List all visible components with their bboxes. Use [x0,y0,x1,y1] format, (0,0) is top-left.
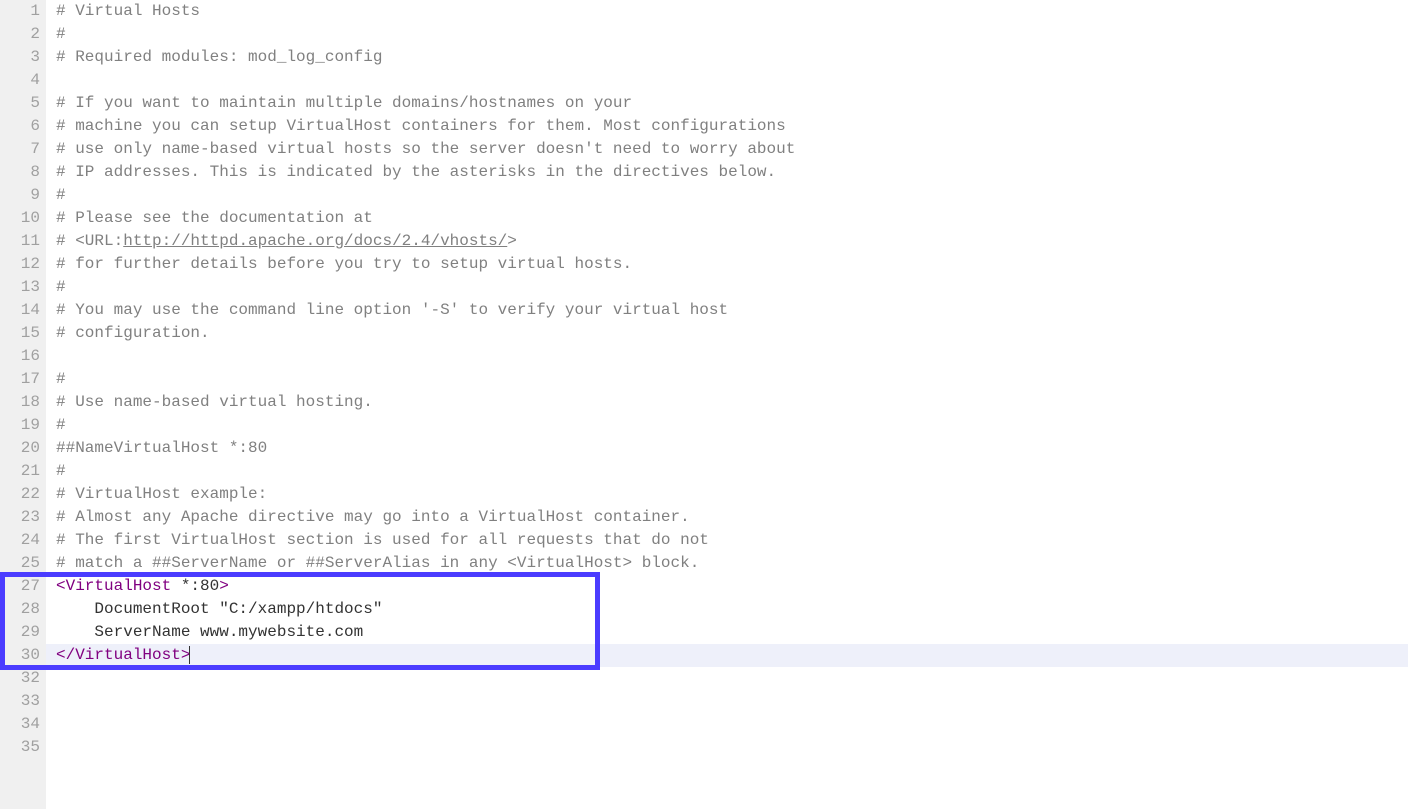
code-line[interactable]: DocumentRoot "C:/xampp/htdocs" [56,598,1408,621]
code-line[interactable]: # configuration. [56,322,1408,345]
line-number: 24 [8,529,40,552]
line-number: 6 [8,115,40,138]
line-number: 2 [8,23,40,46]
line-number: 23 [8,506,40,529]
code-area[interactable]: # Virtual Hosts## Required modules: mod_… [46,0,1408,809]
line-number: 8 [8,161,40,184]
line-number: 16 [8,345,40,368]
line-number: 10 [8,207,40,230]
code-line[interactable]: # match a ##ServerName or ##ServerAlias … [56,552,1408,575]
line-number: 7 [8,138,40,161]
line-number: 11 [8,230,40,253]
line-number: 27 [8,575,40,598]
line-number: 12 [8,253,40,276]
code-line[interactable] [56,713,1408,736]
code-line[interactable]: # [56,184,1408,207]
code-line[interactable]: # [56,23,1408,46]
code-line[interactable]: # Almost any Apache directive may go int… [56,506,1408,529]
line-number: 25 [8,552,40,575]
text-cursor [189,646,190,664]
code-line[interactable]: # [56,460,1408,483]
line-number: 22 [8,483,40,506]
code-line[interactable]: # VirtualHost example: [56,483,1408,506]
line-number: 1 [8,0,40,23]
line-number: 20 [8,437,40,460]
code-line[interactable]: # The first VirtualHost section is used … [56,529,1408,552]
code-line[interactable] [56,69,1408,92]
line-number: 17 [8,368,40,391]
code-line[interactable] [56,345,1408,368]
line-number: 21 [8,460,40,483]
line-number: 5 [8,92,40,115]
line-number: 30 [8,644,40,667]
line-number: 15 [8,322,40,345]
code-editor[interactable]: 1234567891011121314151617181920212223242… [0,0,1408,809]
doc-url[interactable]: http://httpd.apache.org/docs/2.4/vhosts/ [123,232,507,250]
line-number: 14 [8,299,40,322]
line-number: 33 [8,690,40,713]
code-line[interactable]: # [56,368,1408,391]
line-number: 28 [8,598,40,621]
code-line[interactable] [56,690,1408,713]
code-line[interactable]: # [56,276,1408,299]
code-line[interactable]: ##NameVirtualHost *:80 [56,437,1408,460]
code-line[interactable] [56,736,1408,759]
code-line[interactable]: # [56,414,1408,437]
code-line[interactable]: # IP addresses. This is indicated by the… [56,161,1408,184]
line-number: 9 [8,184,40,207]
code-line[interactable]: # Virtual Hosts [56,0,1408,23]
code-line[interactable]: # <URL:http://httpd.apache.org/docs/2.4/… [56,230,1408,253]
code-line[interactable]: # You may use the command line option '-… [56,299,1408,322]
line-number: 13 [8,276,40,299]
line-number: 3 [8,46,40,69]
line-number: 19 [8,414,40,437]
line-number: 32 [8,667,40,690]
line-number: 29 [8,621,40,644]
code-line[interactable]: ServerName www.mywebsite.com [56,621,1408,644]
line-number: 34 [8,713,40,736]
code-line[interactable]: # Please see the documentation at [56,207,1408,230]
code-line[interactable]: # Required modules: mod_log_config [56,46,1408,69]
code-line[interactable]: # If you want to maintain multiple domai… [56,92,1408,115]
line-number: 4 [8,69,40,92]
line-number: 18 [8,391,40,414]
line-number: 35 [8,736,40,759]
code-line[interactable]: # machine you can setup VirtualHost cont… [56,115,1408,138]
code-line[interactable]: </VirtualHost> [56,644,1408,667]
code-line[interactable]: # Use name-based virtual hosting. [56,391,1408,414]
code-line[interactable]: <VirtualHost *:80> [56,575,1408,598]
line-number-gutter: 1234567891011121314151617181920212223242… [0,0,46,809]
code-line[interactable]: # use only name-based virtual hosts so t… [56,138,1408,161]
code-line[interactable]: # for further details before you try to … [56,253,1408,276]
code-line[interactable] [56,667,1408,690]
